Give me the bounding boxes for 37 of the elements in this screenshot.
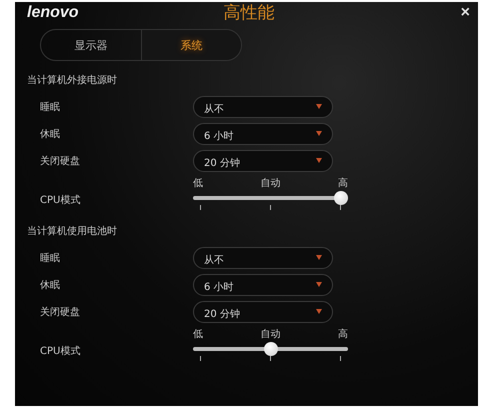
caret-icon	[316, 158, 322, 163]
dropdown[interactable]: 20 分钟	[193, 300, 333, 322]
slider[interactable]	[193, 342, 348, 356]
slider-label: 自动	[260, 177, 280, 190]
setting-label: 睡眠	[39, 252, 61, 264]
logo: lenovo	[27, 4, 80, 22]
caret-icon	[316, 282, 322, 287]
setting-label: CPU模式	[39, 344, 82, 358]
close-button[interactable]: ×	[460, 4, 470, 22]
window-title: 高性能	[222, 3, 276, 23]
slider-thumb[interactable]	[264, 342, 278, 356]
setting-label: 休眠	[39, 278, 61, 292]
slider-label: 低	[193, 177, 203, 190]
setting-label: 休眠	[39, 128, 61, 140]
slider-label: 高	[338, 176, 348, 190]
section-heading: 当计算机使用电池时	[27, 224, 118, 238]
dropdown[interactable]: 20 分钟	[193, 150, 333, 172]
tab[interactable]: 显示器	[41, 30, 140, 60]
slider-label: 低	[193, 328, 203, 341]
setting-label: CPU模式	[39, 194, 82, 207]
caret-icon	[316, 131, 322, 136]
setting-label: 关闭硬盘	[39, 306, 81, 318]
tab[interactable]: 系统	[140, 30, 241, 60]
dropdown[interactable]: 从不	[193, 96, 333, 118]
caret-icon	[316, 255, 322, 260]
caret-icon	[316, 309, 322, 314]
dropdown[interactable]: 6 小时	[193, 274, 333, 296]
dropdown[interactable]: 从不	[193, 246, 333, 268]
slider-thumb[interactable]	[334, 191, 348, 205]
slider[interactable]	[193, 191, 348, 205]
dropdown[interactable]: 6 小时	[193, 122, 333, 144]
slider-label: 自动	[260, 328, 280, 341]
setting-label: 关闭硬盘	[39, 154, 81, 168]
slider-label: 高	[338, 328, 348, 341]
setting-label: 睡眠	[39, 100, 61, 114]
caret-icon	[316, 104, 322, 109]
section-heading: 当计算机外接电源时	[27, 74, 118, 87]
